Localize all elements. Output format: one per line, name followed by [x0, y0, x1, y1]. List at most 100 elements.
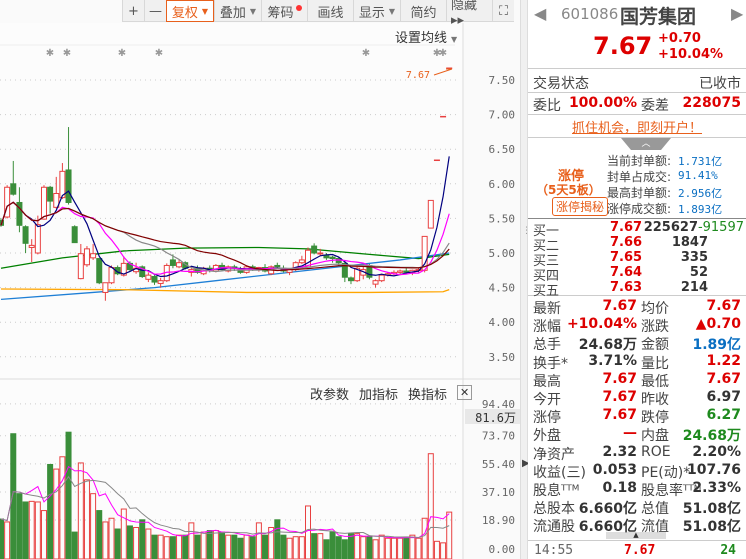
volume-bar [169, 536, 176, 559]
volume-bar [151, 534, 158, 559]
stat-value: 7.67 [706, 298, 741, 314]
candle [83, 246, 90, 267]
volume-bar [22, 501, 29, 559]
price-tick-label: 6.00 [489, 178, 516, 191]
event-marker-icon: ✱ [439, 48, 447, 59]
event-marker-icon: ✱ [63, 48, 71, 59]
volume-bar [126, 525, 133, 559]
candle-body [298, 259, 305, 264]
candle-body [47, 186, 54, 202]
volume-bar [47, 463, 54, 559]
switch-indicator-button[interactable]: 换指标 [408, 384, 447, 403]
trade-status: 已收市 [699, 76, 741, 92]
stat-value: 7.67 [602, 298, 637, 314]
candle-body [90, 253, 97, 259]
volume-bar [347, 533, 354, 559]
volume-bar [403, 537, 410, 559]
stat-label: 总手 [533, 337, 561, 354]
stat-value: 6.27 [706, 407, 741, 424]
weibi-value: 100.00% [568, 95, 637, 111]
price-tick-label: 6.50 [489, 143, 516, 156]
tick-price: 7.67 [624, 543, 656, 558]
collapse-limit-tab[interactable]: ︿ [621, 138, 671, 150]
candle-body [83, 248, 90, 266]
candle-body [28, 244, 35, 248]
candle-body [77, 253, 84, 280]
close-icon[interactable]: ✕ [457, 385, 473, 400]
volume-bar [262, 534, 269, 559]
toolbar-button-8[interactable]: 隐藏 ▸▸ [446, 0, 492, 28]
candle-body [96, 258, 103, 284]
stock-name: 国芳集团 [620, 6, 697, 28]
limit-stat-value: 1.731亿 [678, 155, 723, 168]
prev-stock-icon[interactable]: ◀ [534, 4, 546, 23]
volume-bar [274, 519, 281, 559]
candle [96, 257, 103, 285]
limit-up-reveal-button[interactable]: 涨停揭秘 [552, 197, 609, 216]
next-stock-icon[interactable]: ▶ [731, 4, 743, 23]
candle-body [378, 274, 385, 282]
stat-value: 7.67 [602, 407, 637, 424]
toolbar-button-label: 显示 [358, 5, 385, 21]
price-tick-label: 7.50 [489, 74, 516, 87]
candle-body [157, 280, 164, 284]
candle-body [372, 280, 379, 285]
candle-body [427, 199, 434, 229]
volume-bar [219, 531, 226, 559]
limit-up-days: （5天5板） [536, 183, 601, 197]
add-indicator-button[interactable]: 加指标 [359, 384, 398, 403]
stat-label: 内盘 [641, 428, 669, 445]
volume-bar [194, 534, 201, 559]
toolbar-button-label: 简约 [410, 5, 437, 21]
candle-body [145, 274, 152, 280]
toolbar-button-1[interactable]: — [144, 0, 166, 22]
candle-body [22, 226, 29, 244]
toolbar-button-7[interactable]: 简约 [400, 0, 446, 22]
stat-value: 6.660亿 [578, 501, 637, 518]
toolbar-button-label: 筹码 [267, 5, 294, 21]
bid-price: 7.65 [610, 250, 643, 265]
stat-value: 1.22 [706, 352, 741, 369]
stat-label: 外盘 [533, 428, 561, 445]
panel-divider[interactable]: ⋮ ▶ [520, 0, 531, 559]
candle [427, 199, 434, 229]
set-ma-button[interactable]: 设置均线 ▼ [395, 27, 457, 46]
candle [139, 265, 146, 278]
stat-label: PE(动)* [641, 464, 691, 481]
volume-bar [249, 536, 256, 559]
open-account-link[interactable]: 抓住机会，即刻开户！ [572, 117, 702, 136]
kline-chart[interactable]: 7.507.006.506.005.505.004.504.003.5094.4… [0, 0, 520, 559]
stat-label: 最高 [533, 373, 561, 390]
stat-value: 2.32 [602, 443, 637, 460]
bid-level-label: 买五 [533, 284, 560, 299]
stat-label: 今开 [533, 392, 561, 408]
stat-label: 收益(三) [533, 464, 586, 481]
volume-bar [206, 530, 213, 559]
toolbar-button-4[interactable]: 筹码 [261, 0, 307, 22]
limit-stat-value: 1.893亿 [678, 203, 723, 216]
price-tick-label: 5.50 [489, 212, 516, 225]
toolbar-button-0[interactable]: + [122, 0, 144, 22]
price-change: +0.70 [658, 31, 701, 46]
price-change-pct: +10.04% [658, 47, 724, 62]
toolbar-button-6[interactable]: 显示 ▼ [353, 0, 400, 22]
fullscreen-icon[interactable]: ⛶ [492, 0, 514, 22]
weicha-value: 228075 [682, 95, 741, 111]
bid-volume: 214 [680, 280, 708, 295]
stat-label: 涨幅 [533, 319, 561, 336]
stat-label: 总值 [641, 501, 669, 518]
chart-toolbar: + — 复权 ▼ 叠加 ▼ 筹码 画线 显示 ▼ 简约 隐藏 ▸▸ ⛶ [122, 0, 514, 28]
toolbar-button-2[interactable]: 复权 ▼ [166, 0, 214, 22]
bid-volume: 1847 [671, 235, 708, 250]
stat-label: 净资产 [533, 446, 575, 463]
toolbar-button-label: 叠加 [219, 5, 246, 21]
change-params-button[interactable]: 改参数 [310, 384, 349, 403]
stat-value: 24.68万 [578, 337, 637, 354]
toolbar-button-5[interactable]: 画线 [307, 0, 353, 22]
volume-bar [335, 536, 342, 559]
toolbar-button-3[interactable]: 叠加 ▼ [214, 0, 261, 22]
stat-value: +10.04% [566, 316, 637, 333]
candle-body [329, 256, 336, 260]
candle-body [40, 186, 47, 220]
candle-body [176, 262, 183, 268]
